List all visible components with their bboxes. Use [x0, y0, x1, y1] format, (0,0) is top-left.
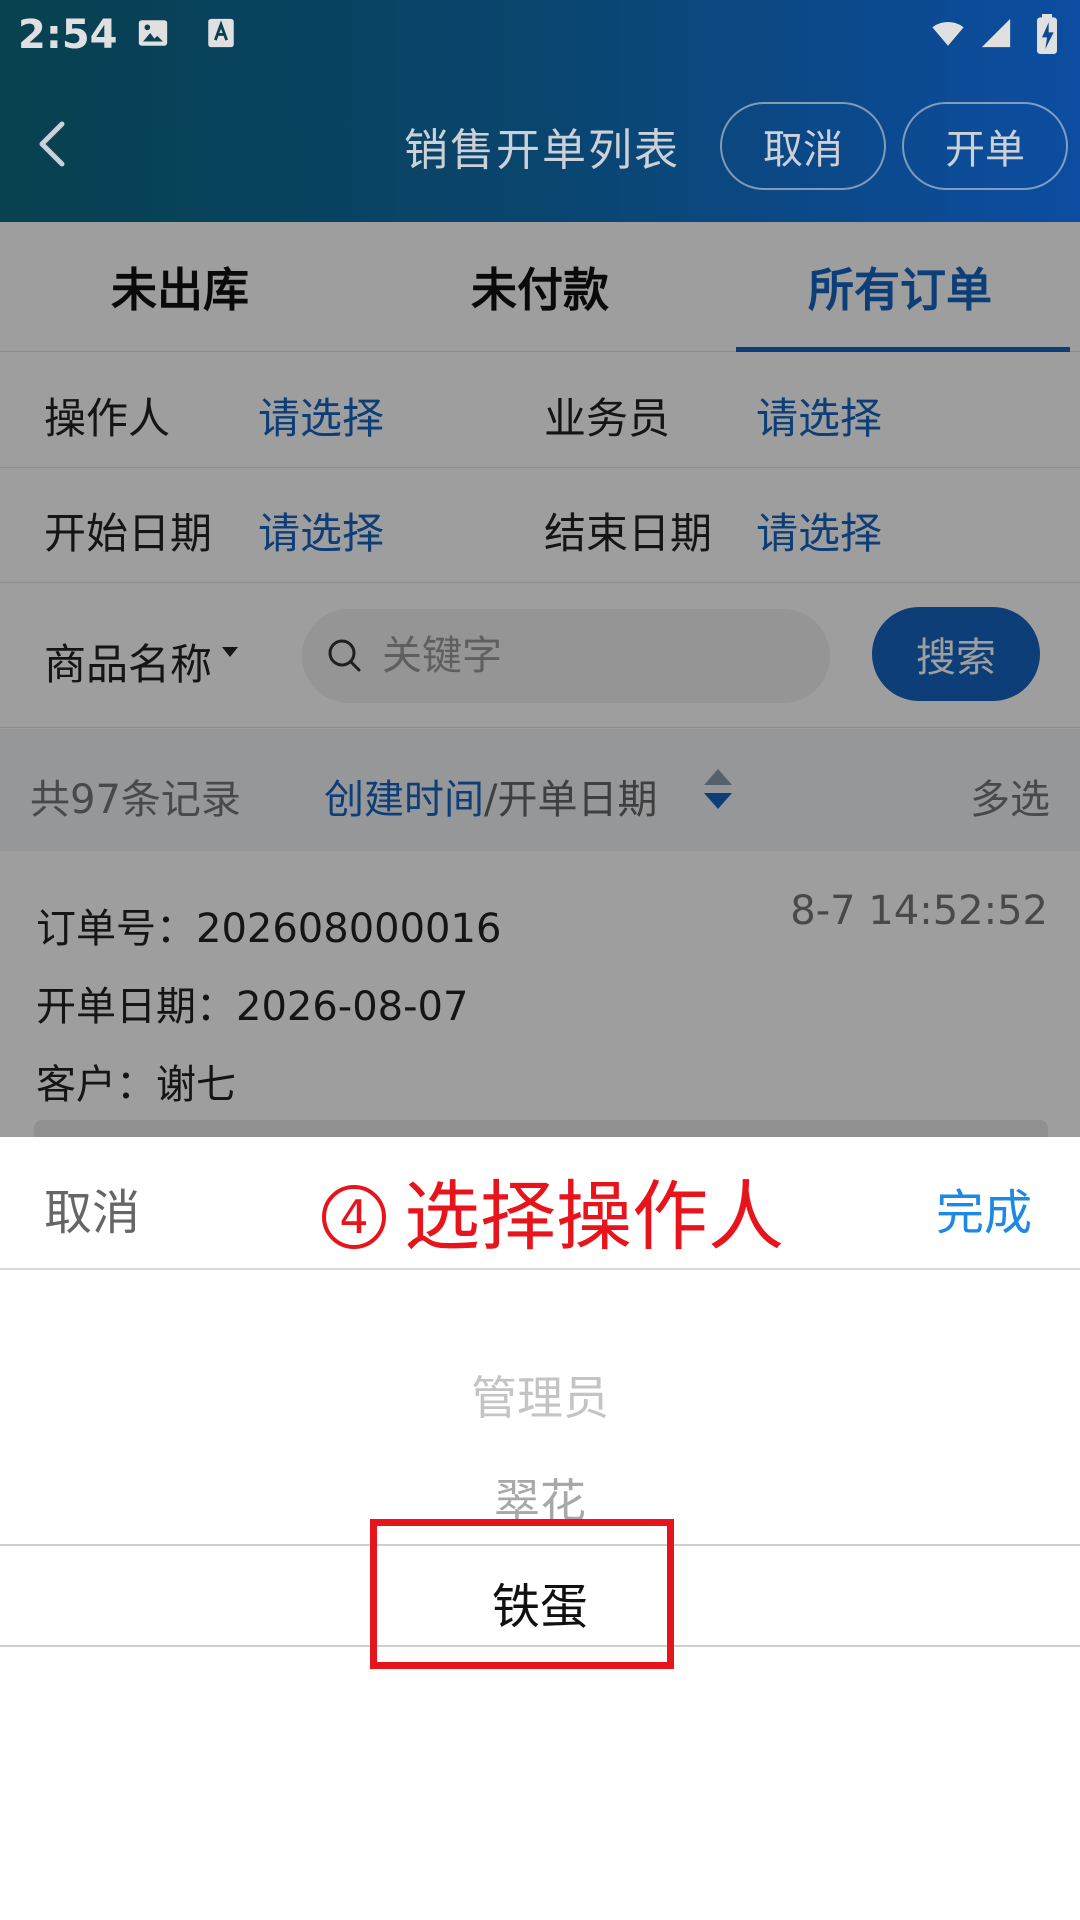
operator-picker-sheet: 取消 4 选择操作人 完成 管理员 翠花 铁蛋: [0, 1137, 1080, 1920]
app-root: 2:54 销售开单列表 取消 开单 未出库 未付款 所有订单 操作人 请选择 业…: [0, 0, 1080, 1920]
annotation-highlight-box: [370, 1519, 674, 1669]
step-number-badge: 4: [322, 1185, 386, 1249]
header-dim: [0, 0, 1080, 222]
modal-overlay[interactable]: [0, 222, 1080, 1137]
picker-annotation-title: 4 选择操作人: [322, 1155, 784, 1265]
picker-cancel-button[interactable]: 取消: [44, 1173, 140, 1243]
picker-title-text: 选择操作人: [404, 1172, 784, 1261]
picker-option[interactable]: 管理员: [0, 1362, 1080, 1428]
picker-done-button[interactable]: 完成: [936, 1173, 1032, 1243]
picker-toolbar: 取消 4 选择操作人 完成: [0, 1137, 1080, 1270]
